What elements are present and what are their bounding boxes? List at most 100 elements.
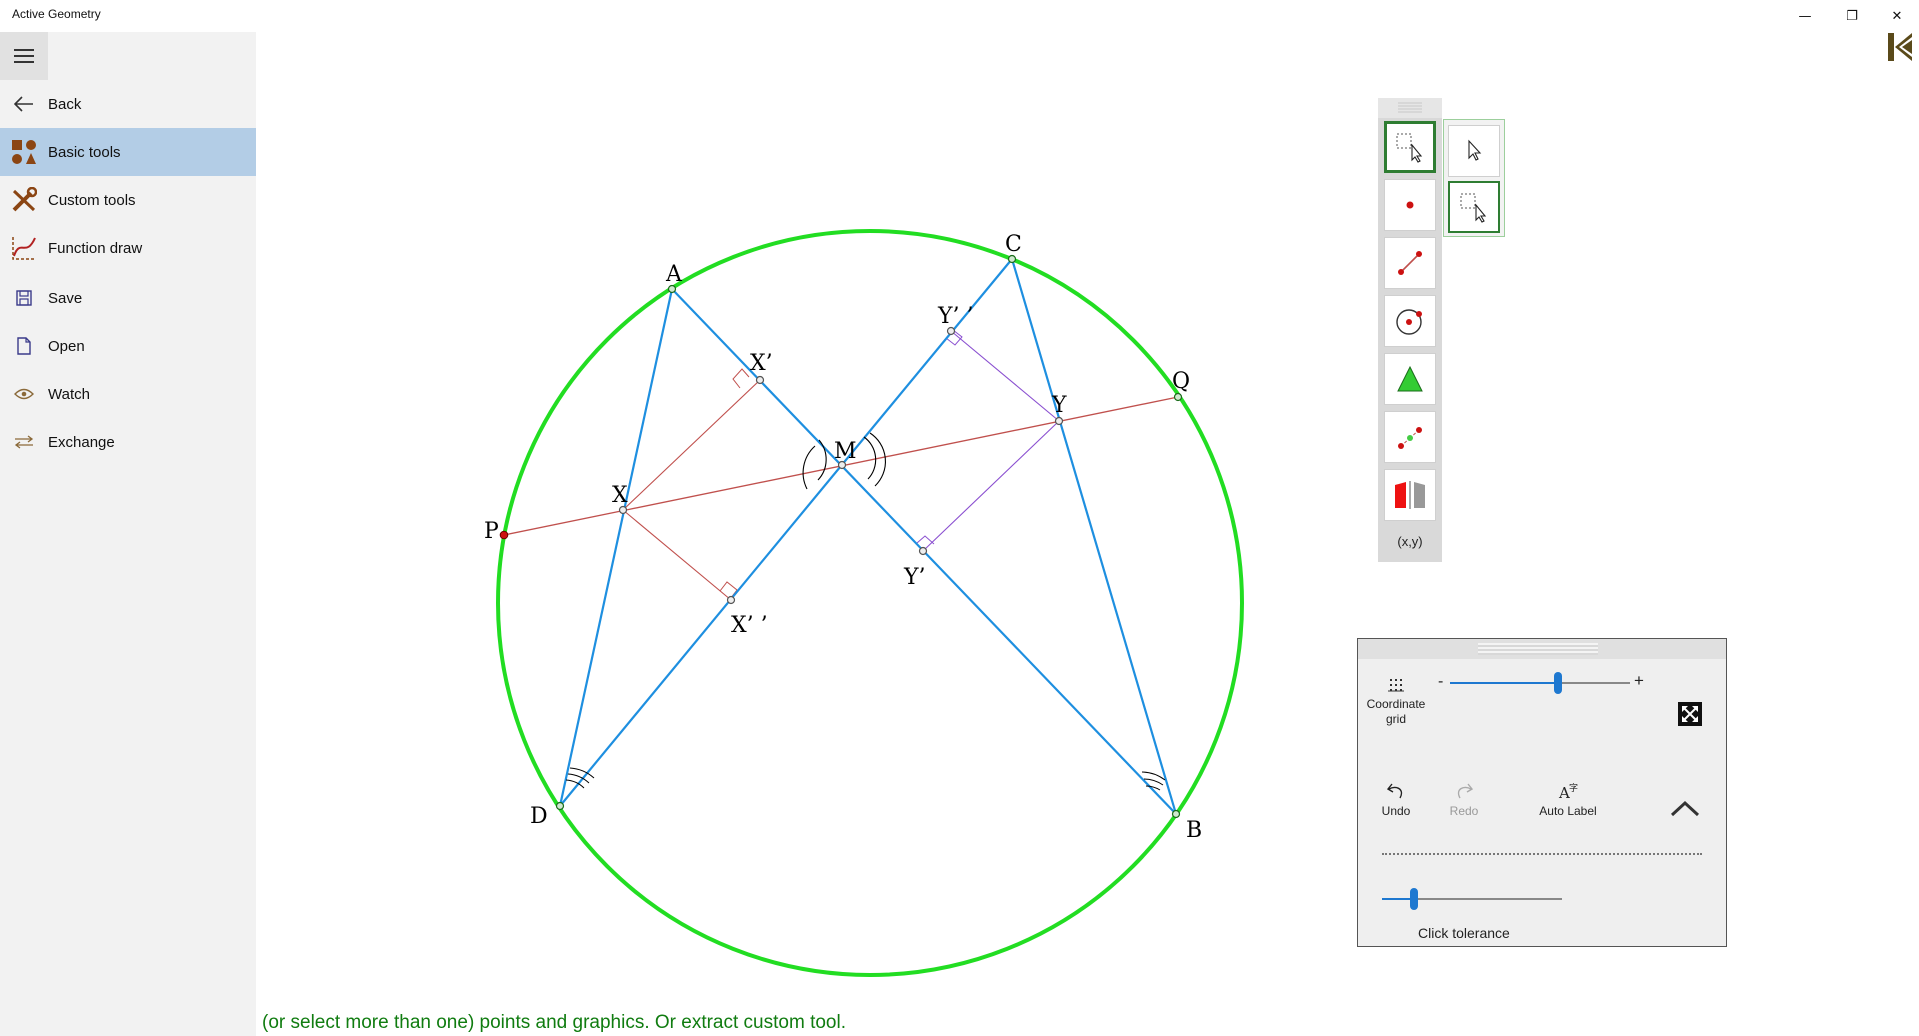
sidebar-item-custom-tools[interactable]: Custom tools [0, 176, 256, 224]
shapes-icon [0, 128, 48, 176]
exchange-icon [0, 418, 48, 466]
fullscreen-icon [1678, 702, 1702, 726]
title-bar: Active Geometry — ❐ ✕ [0, 0, 1919, 32]
coordinates-button[interactable]: (x,y) [1378, 534, 1442, 549]
zoom-out-button[interactable]: - [1438, 673, 1443, 691]
pointer-icon [1468, 139, 1482, 161]
click-tolerance-label: Click tolerance [1418, 925, 1510, 941]
point-p[interactable] [499, 530, 509, 540]
close-button[interactable]: ✕ [1874, 0, 1919, 32]
function-icon [0, 224, 48, 272]
label-yp: Y’ [903, 565, 926, 590]
label-c: C [1005, 232, 1022, 257]
zoom-slider-thumb[interactable] [1554, 672, 1562, 694]
status-message: (or select more than one) points and gra… [262, 1012, 846, 1033]
sidebar-item-function-draw[interactable]: Function draw [0, 224, 256, 272]
sidebar-item-label: Watch [48, 385, 90, 403]
tool-select[interactable] [1384, 121, 1436, 173]
label-q: Q [1172, 369, 1190, 394]
label-d: D [530, 804, 548, 829]
select-icon [1396, 133, 1423, 163]
sidebar-item-label: Back [48, 95, 82, 113]
right-angle-mark-xp [732, 368, 750, 389]
auto-label-button[interactable]: A字 Auto Label [1528, 781, 1608, 818]
auto-label-icon: A字 [1558, 782, 1578, 801]
hamburger-menu-button[interactable] [0, 32, 48, 80]
point-d[interactable] [555, 801, 565, 811]
zoom-slider-fill [1450, 682, 1558, 684]
point-xpp[interactable] [726, 595, 736, 605]
control-panel: Coordinate grid - + Undo Redo A字 Auto La… [1357, 638, 1727, 947]
control-panel-grip[interactable] [1358, 639, 1726, 659]
circle-icon [1396, 309, 1422, 335]
minimize-button[interactable]: — [1782, 0, 1828, 32]
tool-palette: (x,y) [1378, 98, 1442, 562]
polygon-icon [1397, 365, 1423, 392]
label-m: M [834, 439, 857, 464]
divider [1382, 853, 1702, 855]
subtool-rect-select[interactable] [1448, 181, 1500, 233]
sidebar-item-label: Open [48, 337, 85, 355]
click-tolerance-thumb[interactable] [1410, 888, 1418, 910]
restore-button[interactable]: ❐ [1829, 0, 1875, 32]
tool-point[interactable] [1384, 179, 1436, 231]
sidebar-item-label: Save [48, 289, 83, 307]
tools-icon [0, 176, 48, 224]
chevron-up-icon [1670, 800, 1700, 817]
label-xp: X’ [750, 351, 773, 376]
undo-button[interactable]: Undo [1374, 781, 1418, 818]
zoom-in-button[interactable]: + [1634, 671, 1644, 691]
segment-ad[interactable] [558, 288, 674, 807]
sidebar-item-back[interactable]: Back [0, 80, 256, 128]
sidebar-item-label: Custom tools [48, 191, 136, 209]
point-y[interactable] [1054, 416, 1064, 426]
coordinate-grid-label: Coordinate grid [1366, 697, 1426, 726]
subtool-pointer[interactable] [1448, 125, 1500, 177]
point-q[interactable] [1173, 392, 1183, 402]
zoom-slider[interactable] [1450, 672, 1630, 694]
undo-icon [1386, 783, 1403, 799]
grid-icon [1388, 679, 1404, 692]
select-subtool-flyout [1443, 119, 1505, 237]
collapse-panel-button[interactable] [1668, 799, 1702, 819]
perp-x-to-dm[interactable] [622, 509, 732, 601]
back-arrow-icon [0, 80, 48, 128]
auto-label-label: Auto Label [1539, 804, 1597, 818]
label-xpp: X’ ’ [731, 613, 768, 638]
label-b: B [1186, 818, 1202, 843]
sidebar-item-label: Basic tools [48, 143, 121, 161]
tool-points[interactable] [1384, 411, 1436, 463]
redo-button[interactable]: Redo [1442, 781, 1486, 818]
sidebar-item-label: Exchange [48, 433, 115, 451]
point-yp[interactable] [918, 546, 928, 556]
reflect-icon [1395, 481, 1425, 509]
point-icon [1406, 201, 1414, 209]
sidebar-item-save[interactable]: Save [0, 274, 256, 322]
app-title: Active Geometry [12, 7, 101, 21]
tool-circle[interactable] [1384, 295, 1436, 347]
tool-polygon[interactable] [1384, 353, 1436, 405]
perp-y-to-cm[interactable] [950, 330, 1060, 422]
perp-x-to-am[interactable] [622, 379, 761, 511]
eye-icon [0, 370, 48, 418]
segment-cd[interactable] [559, 258, 1013, 807]
click-tolerance-slider[interactable] [1382, 888, 1562, 910]
tool-reflect[interactable] [1384, 469, 1436, 521]
point-xp[interactable] [755, 375, 765, 385]
redo-label: Redo [1449, 804, 1479, 818]
tool-segment[interactable] [1384, 237, 1436, 289]
points-icon [1398, 427, 1422, 449]
sidebar-item-open[interactable]: Open [0, 322, 256, 370]
circumcircle[interactable] [496, 229, 1244, 977]
sidebar-item-exchange[interactable]: Exchange [0, 418, 256, 466]
segment-cb[interactable] [1010, 258, 1178, 815]
save-icon [0, 274, 48, 322]
point-b[interactable] [1171, 809, 1181, 819]
label-p: P [484, 519, 499, 544]
tool-palette-grip[interactable] [1378, 98, 1442, 118]
coordinate-grid-button[interactable]: Coordinate grid [1367, 677, 1425, 727]
fullscreen-button[interactable] [1678, 702, 1702, 726]
perp-y-to-bm[interactable] [922, 420, 1060, 552]
sidebar-item-watch[interactable]: Watch [0, 370, 256, 418]
sidebar-item-basic-tools[interactable]: Basic tools [0, 128, 256, 176]
